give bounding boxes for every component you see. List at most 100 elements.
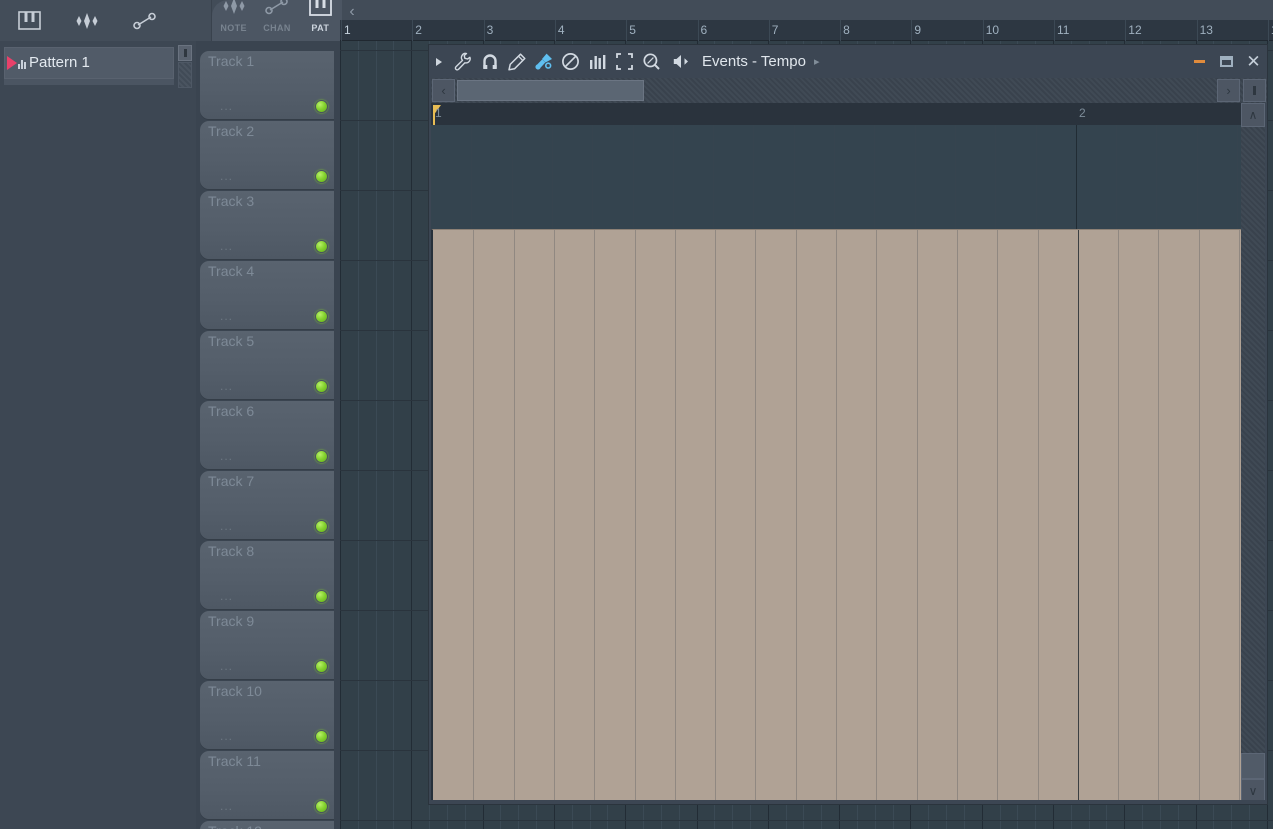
ruler-tick	[341, 20, 342, 41]
pattern-scrollbar-track[interactable]	[178, 62, 192, 88]
menu-arrow-icon[interactable]	[429, 45, 449, 78]
track-options-dots[interactable]: ...	[220, 379, 233, 393]
events-value-area[interactable]	[431, 229, 1241, 803]
playlist-track-header[interactable]: Track 12...	[200, 821, 334, 829]
close-button[interactable]: ✕	[1246, 53, 1261, 70]
track-options-dots[interactable]: ...	[220, 589, 233, 603]
zoom-glass-icon[interactable]	[638, 45, 665, 78]
events-vertical-scrollbar[interactable]: ∧ ∨	[1241, 103, 1265, 803]
track-name-label[interactable]: Track 2	[208, 123, 254, 139]
events-grid-bar-line	[1078, 230, 1079, 803]
tab-label-note[interactable]: NOTE	[212, 23, 255, 37]
playlist-track-header[interactable]: Track 3...	[200, 191, 334, 259]
mute-slash-icon[interactable]	[557, 45, 584, 78]
track-options-dots[interactable]: ...	[220, 659, 233, 673]
speaker-icon[interactable]	[669, 45, 696, 78]
level-bars-icon[interactable]	[584, 45, 611, 78]
playlist-track-header[interactable]: Track 9...	[200, 611, 334, 679]
events-titlebar[interactable]: Events - Tempo ▸ ✕	[429, 45, 1267, 78]
track-enable-led[interactable]	[315, 730, 328, 743]
tab-icon-pat[interactable]	[299, 0, 342, 23]
track-name-label[interactable]: Track 7	[208, 473, 254, 489]
events-grid-beat-line	[1197, 125, 1198, 229]
track-name-label[interactable]: Track 5	[208, 333, 254, 349]
events-title-chevron-icon[interactable]: ▸	[814, 55, 820, 68]
track-enable-led[interactable]	[315, 590, 328, 603]
scroll-left-button[interactable]: ‹	[432, 79, 455, 102]
playlist-ruler[interactable]: 1234567891011121314	[340, 20, 1273, 41]
select-frame-icon[interactable]	[611, 45, 638, 78]
paint-brush-icon[interactable]	[530, 45, 557, 78]
events-grid-beat-line	[1156, 125, 1157, 229]
vertical-scroll-resize-handle[interactable]	[1241, 753, 1265, 779]
events-grid-beat-line	[1237, 125, 1238, 229]
track-options-dots[interactable]: ...	[220, 519, 233, 533]
events-horizontal-scrollbar[interactable]: ‹ ›	[431, 78, 1267, 103]
playlist-track-header[interactable]: Track 8...	[200, 541, 334, 609]
track-options-dots[interactable]: ...	[220, 239, 233, 253]
playlist-track-header[interactable]: Track 1...	[200, 51, 334, 119]
pattern-scroll-handle[interactable]	[178, 45, 192, 61]
track-enable-led[interactable]	[315, 380, 328, 393]
events-grid-beat-line	[1158, 230, 1159, 803]
grid-beat-line	[393, 41, 394, 829]
tab-icon-note[interactable]	[212, 0, 255, 23]
track-name-label[interactable]: Track 11	[208, 753, 261, 769]
track-name-label[interactable]: Track 6	[208, 403, 254, 419]
track-name-label[interactable]: Track 9	[208, 613, 254, 629]
track-options-dots[interactable]: ...	[220, 729, 233, 743]
maximize-button[interactable]	[1219, 54, 1234, 69]
playlist-track-header[interactable]: Track 11...	[200, 751, 334, 819]
track-name-label[interactable]: Track 10	[208, 683, 262, 699]
magnet-snap-icon[interactable]	[476, 45, 503, 78]
track-options-dots[interactable]: ...	[220, 169, 233, 183]
ruler-tick	[982, 20, 984, 41]
horizontal-scroll-resize-handle[interactable]	[1243, 79, 1266, 102]
track-name-label[interactable]: Track 12	[208, 823, 262, 829]
waveform-icon[interactable]	[58, 0, 116, 41]
events-upper-band[interactable]	[431, 125, 1241, 229]
piano-roll-icon[interactable]	[0, 0, 58, 41]
tab-icon-chan[interactable]	[255, 0, 298, 23]
scroll-up-button[interactable]: ∧	[1241, 103, 1265, 127]
track-options-dots[interactable]: ...	[220, 449, 233, 463]
track-name-label[interactable]: Track 3	[208, 193, 254, 209]
track-enable-led[interactable]	[315, 310, 328, 323]
track-enable-led[interactable]	[315, 240, 328, 253]
track-enable-led[interactable]	[315, 100, 328, 113]
minimize-button[interactable]	[1192, 54, 1207, 69]
playlist-track-header[interactable]: Track 4...	[200, 261, 334, 329]
events-grid-beat-line	[874, 125, 875, 229]
events-grid-beat-line	[715, 230, 716, 803]
wrench-icon[interactable]	[449, 45, 476, 78]
events-ruler[interactable]: 12	[431, 103, 1241, 125]
track-enable-led[interactable]	[315, 800, 328, 813]
events-grid-beat-line	[915, 125, 916, 229]
events-grid-beat-line	[592, 125, 593, 229]
track-enable-led[interactable]	[315, 170, 328, 183]
track-enable-led[interactable]	[315, 660, 328, 673]
track-options-dots[interactable]: ...	[220, 799, 233, 813]
pattern-list-item[interactable]: Pattern 1	[4, 47, 174, 79]
automation-icon[interactable]	[116, 0, 174, 41]
scroll-right-button[interactable]: ›	[1217, 79, 1240, 102]
pencil-draw-icon[interactable]	[503, 45, 530, 78]
tab-label-chan[interactable]: CHAN	[255, 23, 298, 37]
playlist-track-header[interactable]: Track 7...	[200, 471, 334, 539]
track-options-dots[interactable]: ...	[220, 99, 233, 113]
vertical-scroll-track[interactable]	[1241, 127, 1265, 753]
playlist-track-header[interactable]: Track 2...	[200, 121, 334, 189]
track-name-label[interactable]: Track 4	[208, 263, 254, 279]
track-enable-led[interactable]	[315, 520, 328, 533]
track-options-dots[interactable]: ...	[220, 309, 233, 323]
track-name-label[interactable]: Track 8	[208, 543, 254, 559]
tab-label-pat[interactable]: PAT	[299, 23, 342, 37]
track-name-label[interactable]: Track 1	[208, 53, 254, 69]
playlist-track-header[interactable]: Track 10...	[200, 681, 334, 749]
track-enable-led[interactable]	[315, 450, 328, 463]
events-grid-beat-line	[794, 125, 795, 229]
ruler-tick	[1196, 20, 1198, 41]
horizontal-scroll-thumb[interactable]	[457, 80, 644, 101]
playlist-track-header[interactable]: Track 5...	[200, 331, 334, 399]
playlist-track-header[interactable]: Track 6...	[200, 401, 334, 469]
